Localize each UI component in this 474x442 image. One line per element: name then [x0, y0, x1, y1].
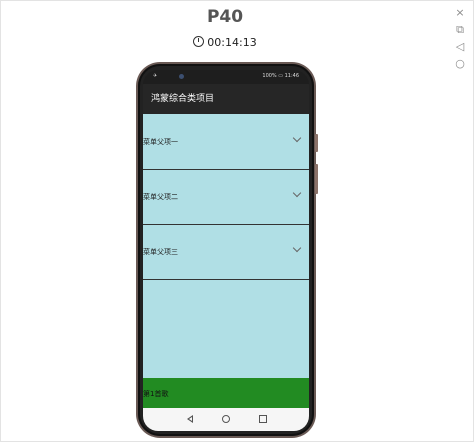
chevron-down-icon[interactable]	[292, 243, 302, 253]
back-icon[interactable]: ◁	[453, 40, 467, 54]
menu-item-2[interactable]: 菜单父项二	[143, 169, 309, 225]
menu-list: 菜单父项一 菜单父项二 菜单父项三	[143, 114, 309, 378]
power-button	[315, 164, 318, 194]
chevron-down-icon[interactable]	[292, 133, 302, 143]
emulator-window: P40 00:14:13 × ⧉ ◁ ○ ✈ 100% ▭ 11:46 鸿蒙综合…	[0, 0, 474, 442]
menu-item-3[interactable]: 菜单父项三	[143, 224, 309, 280]
now-playing-text: 第1首歌	[143, 390, 169, 398]
phone-device: ✈ 100% ▭ 11:46 鸿蒙综合类项目 菜单父项一 菜单父项二 菜单父项三	[138, 64, 318, 436]
now-playing-bar[interactable]: 第1首歌	[143, 378, 309, 408]
side-toolbar: × ⧉ ◁ ○	[453, 6, 467, 74]
chevron-down-icon[interactable]	[292, 188, 302, 198]
nav-back-icon[interactable]	[187, 415, 193, 423]
device-name: P40	[206, 7, 244, 27]
app-bar: 鸿蒙综合类项目	[143, 84, 309, 114]
menu-item-label: 菜单父项一	[143, 138, 178, 146]
system-nav-bar	[143, 408, 309, 431]
airplane-icon: ✈	[153, 73, 158, 79]
nav-recent-icon[interactable]	[259, 415, 267, 423]
volume-button	[315, 134, 318, 152]
timer-value: 00:14:13	[207, 36, 257, 49]
app-title: 鸿蒙综合类项目	[151, 94, 215, 104]
close-icon[interactable]: ×	[453, 6, 467, 20]
camera-hole	[179, 74, 184, 79]
timer-icon	[193, 36, 205, 47]
nav-home-icon[interactable]	[222, 415, 230, 423]
menu-item-1[interactable]: 菜单父项一	[143, 114, 309, 170]
status-bar: ✈ 100% ▭ 11:46	[143, 70, 309, 83]
menu-item-label: 菜单父项二	[143, 193, 178, 201]
home-icon[interactable]: ○	[453, 57, 467, 71]
screenshot-icon[interactable]: ⧉	[453, 23, 467, 37]
status-right: 100% ▭ 11:46	[262, 73, 299, 79]
session-timer: 00:14:13	[1, 36, 449, 49]
phone-screen: ✈ 100% ▭ 11:46 鸿蒙综合类项目 菜单父项一 菜单父项二 菜单父项三	[143, 70, 309, 431]
menu-item-label: 菜单父项三	[143, 248, 178, 256]
